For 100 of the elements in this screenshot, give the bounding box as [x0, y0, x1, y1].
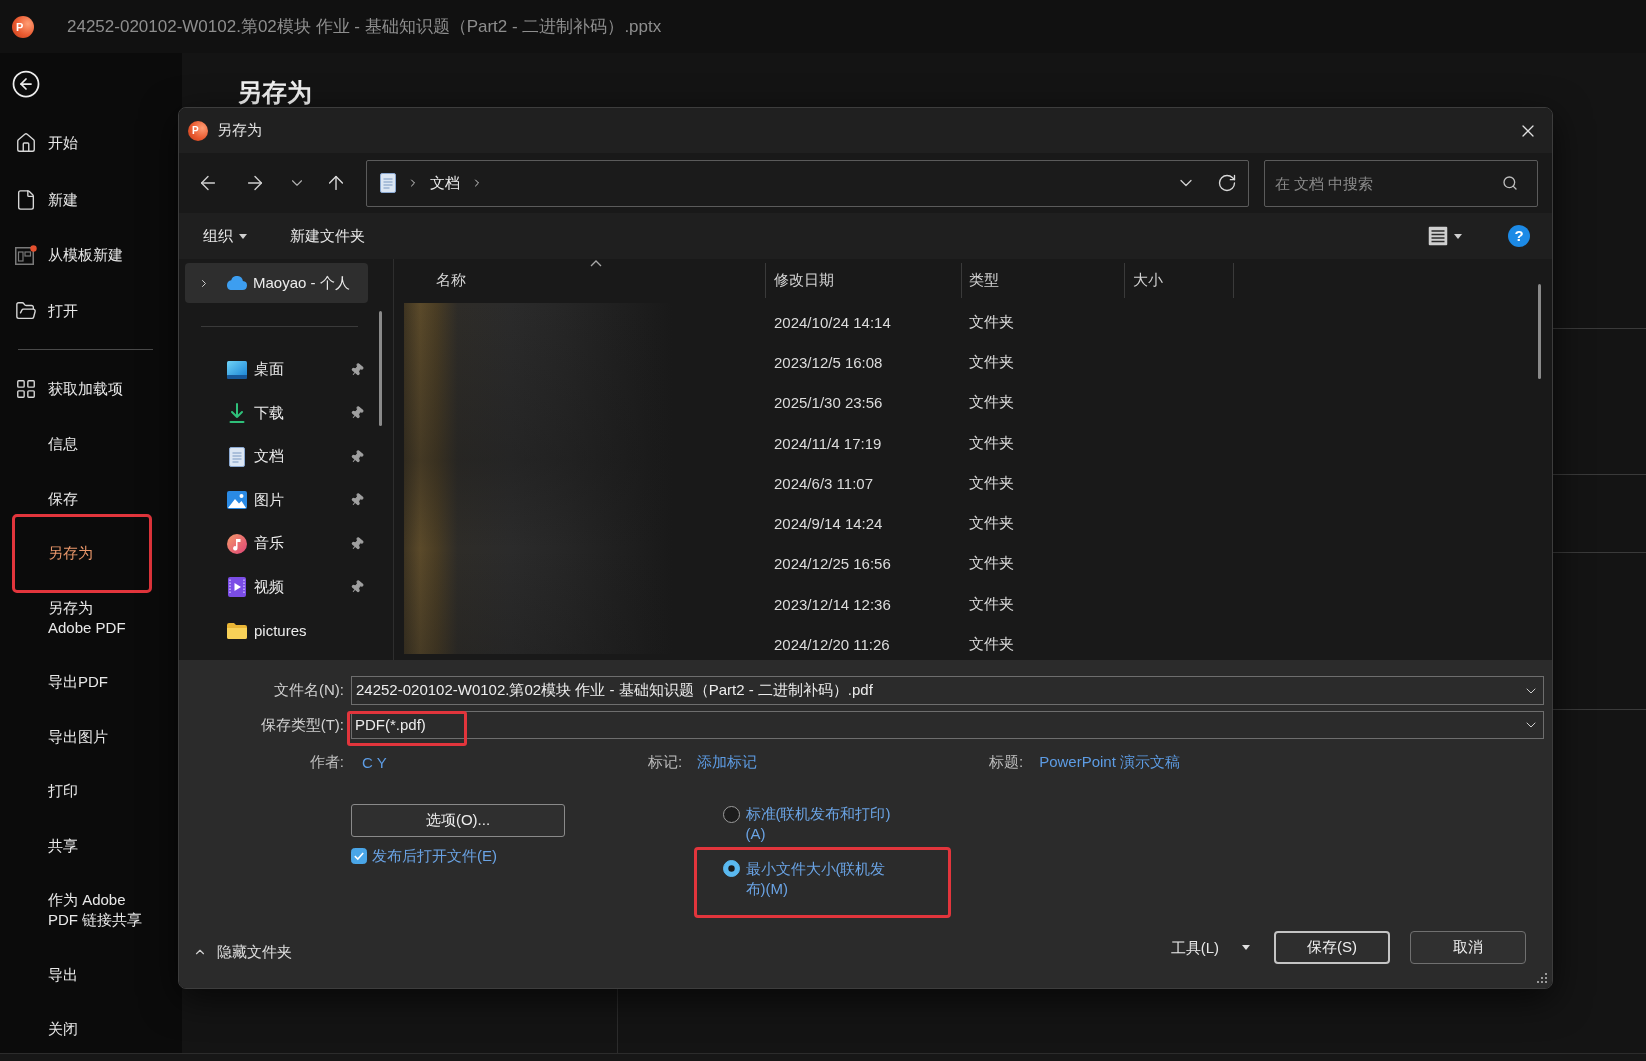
radio-button[interactable] [722, 860, 740, 877]
date-cell-text: 2024/10/24 14:14 [773, 313, 892, 331]
sidebar-menu-item[interactable]: 打印 [12, 763, 152, 819]
date-cell-text: 2023/12/14 12:36 [773, 595, 892, 613]
column-header[interactable]: 类型 [962, 263, 1125, 298]
title-link[interactable]: PowerPoint 演示文稿 [1039, 753, 1181, 772]
nav-pane-item[interactable]: 文档 [179, 435, 371, 479]
sidebar-menu-item[interactable]: 开始 [12, 114, 152, 172]
file-icon [15, 188, 37, 211]
selected-file-type: PDF(*.pdf) [347, 711, 467, 746]
sidebar-menu-item[interactable]: 共享 [12, 818, 152, 873]
author-link[interactable]: C Y [362, 754, 387, 771]
field-label: 标题: [989, 753, 1024, 772]
sidebar-menu-item[interactable]: 导出PDF [12, 654, 152, 710]
sidebar-menu-item[interactable]: 导出图片 [12, 709, 152, 764]
open-folder-icon [15, 299, 37, 322]
nav-pane-item[interactable]: 音乐 [179, 522, 371, 566]
date-cell-text: 2024/12/25 16:56 [773, 555, 892, 573]
caret-icon [1242, 945, 1250, 950]
column-header[interactable]: 名称 [394, 263, 766, 298]
page-heading: 另存为 [237, 77, 313, 108]
hide-folders-toggle[interactable]: 隐藏文件夹 [193, 942, 292, 962]
cloud-icon [225, 276, 247, 290]
grid-icon [15, 377, 37, 400]
field-label: 标记: [648, 753, 683, 772]
column-header[interactable]: 大小 [1125, 263, 1234, 298]
sidebar-menu-item[interactable]: 信息 [12, 416, 152, 472]
app-logo: P [12, 15, 34, 38]
type-cell-text: 文件夹 [968, 635, 1015, 654]
type-cell-text: 文件夹 [968, 554, 1015, 574]
type-cell-text: 文件夹 [968, 514, 1015, 534]
dialog-button[interactable]: 保存(S) [1274, 931, 1390, 964]
sidebar-menu-item[interactable]: 作为 Adobe PDF 链接共享 [12, 872, 152, 948]
search-icon[interactable] [1502, 175, 1518, 191]
scrollbar-thumb[interactable] [1538, 284, 1541, 379]
sidebar-menu-item[interactable]: 导出 [12, 947, 152, 1002]
sidebar-menu-item[interactable]: 新建 [12, 171, 152, 228]
column-header[interactable]: 修改日期 [766, 263, 962, 298]
field-label: 保存类型(T): [259, 715, 345, 735]
radio-button[interactable] [722, 805, 740, 823]
sidebar-menu-item[interactable]: 关闭 [12, 1001, 152, 1057]
nav-pane-item[interactable]: 视频 [179, 565, 371, 609]
nav-pane-item[interactable]: 下载 [179, 391, 371, 435]
type-cell-text: 文件夹 [968, 393, 1015, 413]
type-cell-text: 文件夹 [968, 312, 1015, 332]
tags-link[interactable]: 添加标记 [697, 753, 758, 772]
resize-grip-icon[interactable] [1537, 973, 1547, 983]
options-button[interactable]: 选项(O)... [351, 804, 565, 837]
view-menu-button[interactable] [1428, 226, 1462, 246]
home-icon [15, 132, 37, 154]
field-label: 文件名(N): [273, 681, 345, 700]
date-cell-text: 2023/12/5 16:08 [773, 353, 884, 371]
radio-option[interactable]: 标准(联机发布和打印)(A) [694, 801, 951, 847]
scrollbar-thumb[interactable] [379, 311, 382, 426]
date-cell-text: 2025/1/30 23:56 [773, 394, 884, 412]
picture-icon [227, 491, 247, 510]
document-icon [380, 173, 396, 193]
template-icon [15, 245, 37, 265]
sidebar-menu-item[interactable]: 打开 [12, 282, 152, 339]
window-title: 24252-020102-W0102.第02模块 作业 - 基础知识题（Part2 - 二进制补码）.pptx [67, 16, 662, 38]
checkbox-label[interactable]: 发布后打开文件(E) [372, 846, 497, 866]
address-bar[interactable]: 文档 [366, 159, 1249, 207]
tools-menu-button[interactable]: 工具(L) [1170, 937, 1253, 958]
checkbox[interactable] [351, 848, 367, 864]
sidebar-menu-item[interactable]: 另存为 [12, 513, 152, 593]
organize-menu-button[interactable]: 组织 [203, 226, 247, 246]
back-icon[interactable] [11, 69, 41, 99]
list-view-icon [1428, 226, 1448, 246]
type-cell-text: 文件夹 [968, 433, 1015, 453]
type-cell-text: 文件夹 [968, 352, 1015, 372]
caret-icon [1454, 233, 1462, 239]
nav-pane-item[interactable]: 桌面 [179, 348, 371, 392]
folder-icon [227, 622, 247, 639]
help-button[interactable]: ? [1508, 225, 1530, 247]
file-name-field[interactable]: 24252-020102-W0102.第02模块 作业 - 基础知识题（Part2 - 二进制补码）.pdf [351, 676, 1544, 705]
type-cell-text: 文件夹 [968, 594, 1015, 614]
date-cell-text: 2024/6/3 11:07 [773, 474, 874, 492]
sidebar-menu-item[interactable]: 从模板新建 [12, 227, 152, 283]
download-icon [229, 403, 245, 424]
breadcrumb-item[interactable]: 文档 [430, 173, 460, 193]
video-icon [228, 577, 246, 598]
refresh-icon[interactable] [1217, 173, 1237, 193]
type-cell-text: 文件夹 [968, 473, 1015, 493]
document-icon [229, 446, 245, 467]
music-icon [227, 533, 247, 554]
sidebar-menu-item[interactable]: 获取加载项 [12, 360, 152, 417]
app-logo: P [188, 120, 208, 141]
nav-pane-item[interactable]: 图片 [179, 478, 371, 522]
date-cell-text: 2024/11/4 17:19 [773, 434, 883, 452]
dialog-title: 另存为 [217, 121, 262, 140]
nav-pane-item[interactable]: pictures [179, 609, 371, 653]
search-field[interactable]: 在 文档 中搜索 [1264, 159, 1538, 207]
dialog-button[interactable]: 取消 [1410, 931, 1526, 964]
desktop-icon [227, 360, 247, 379]
radio-option[interactable]: 最小文件大小(联机发布)(M) [694, 847, 951, 918]
field-label: 作者: [308, 753, 344, 772]
date-cell-text: 2024/9/14 14:24 [773, 515, 884, 533]
nav-tree-item[interactable]: Maoyao - 个人 [185, 263, 368, 303]
caret-icon [239, 233, 247, 239]
new-folder-button[interactable]: 新建文件夹 [290, 226, 365, 246]
